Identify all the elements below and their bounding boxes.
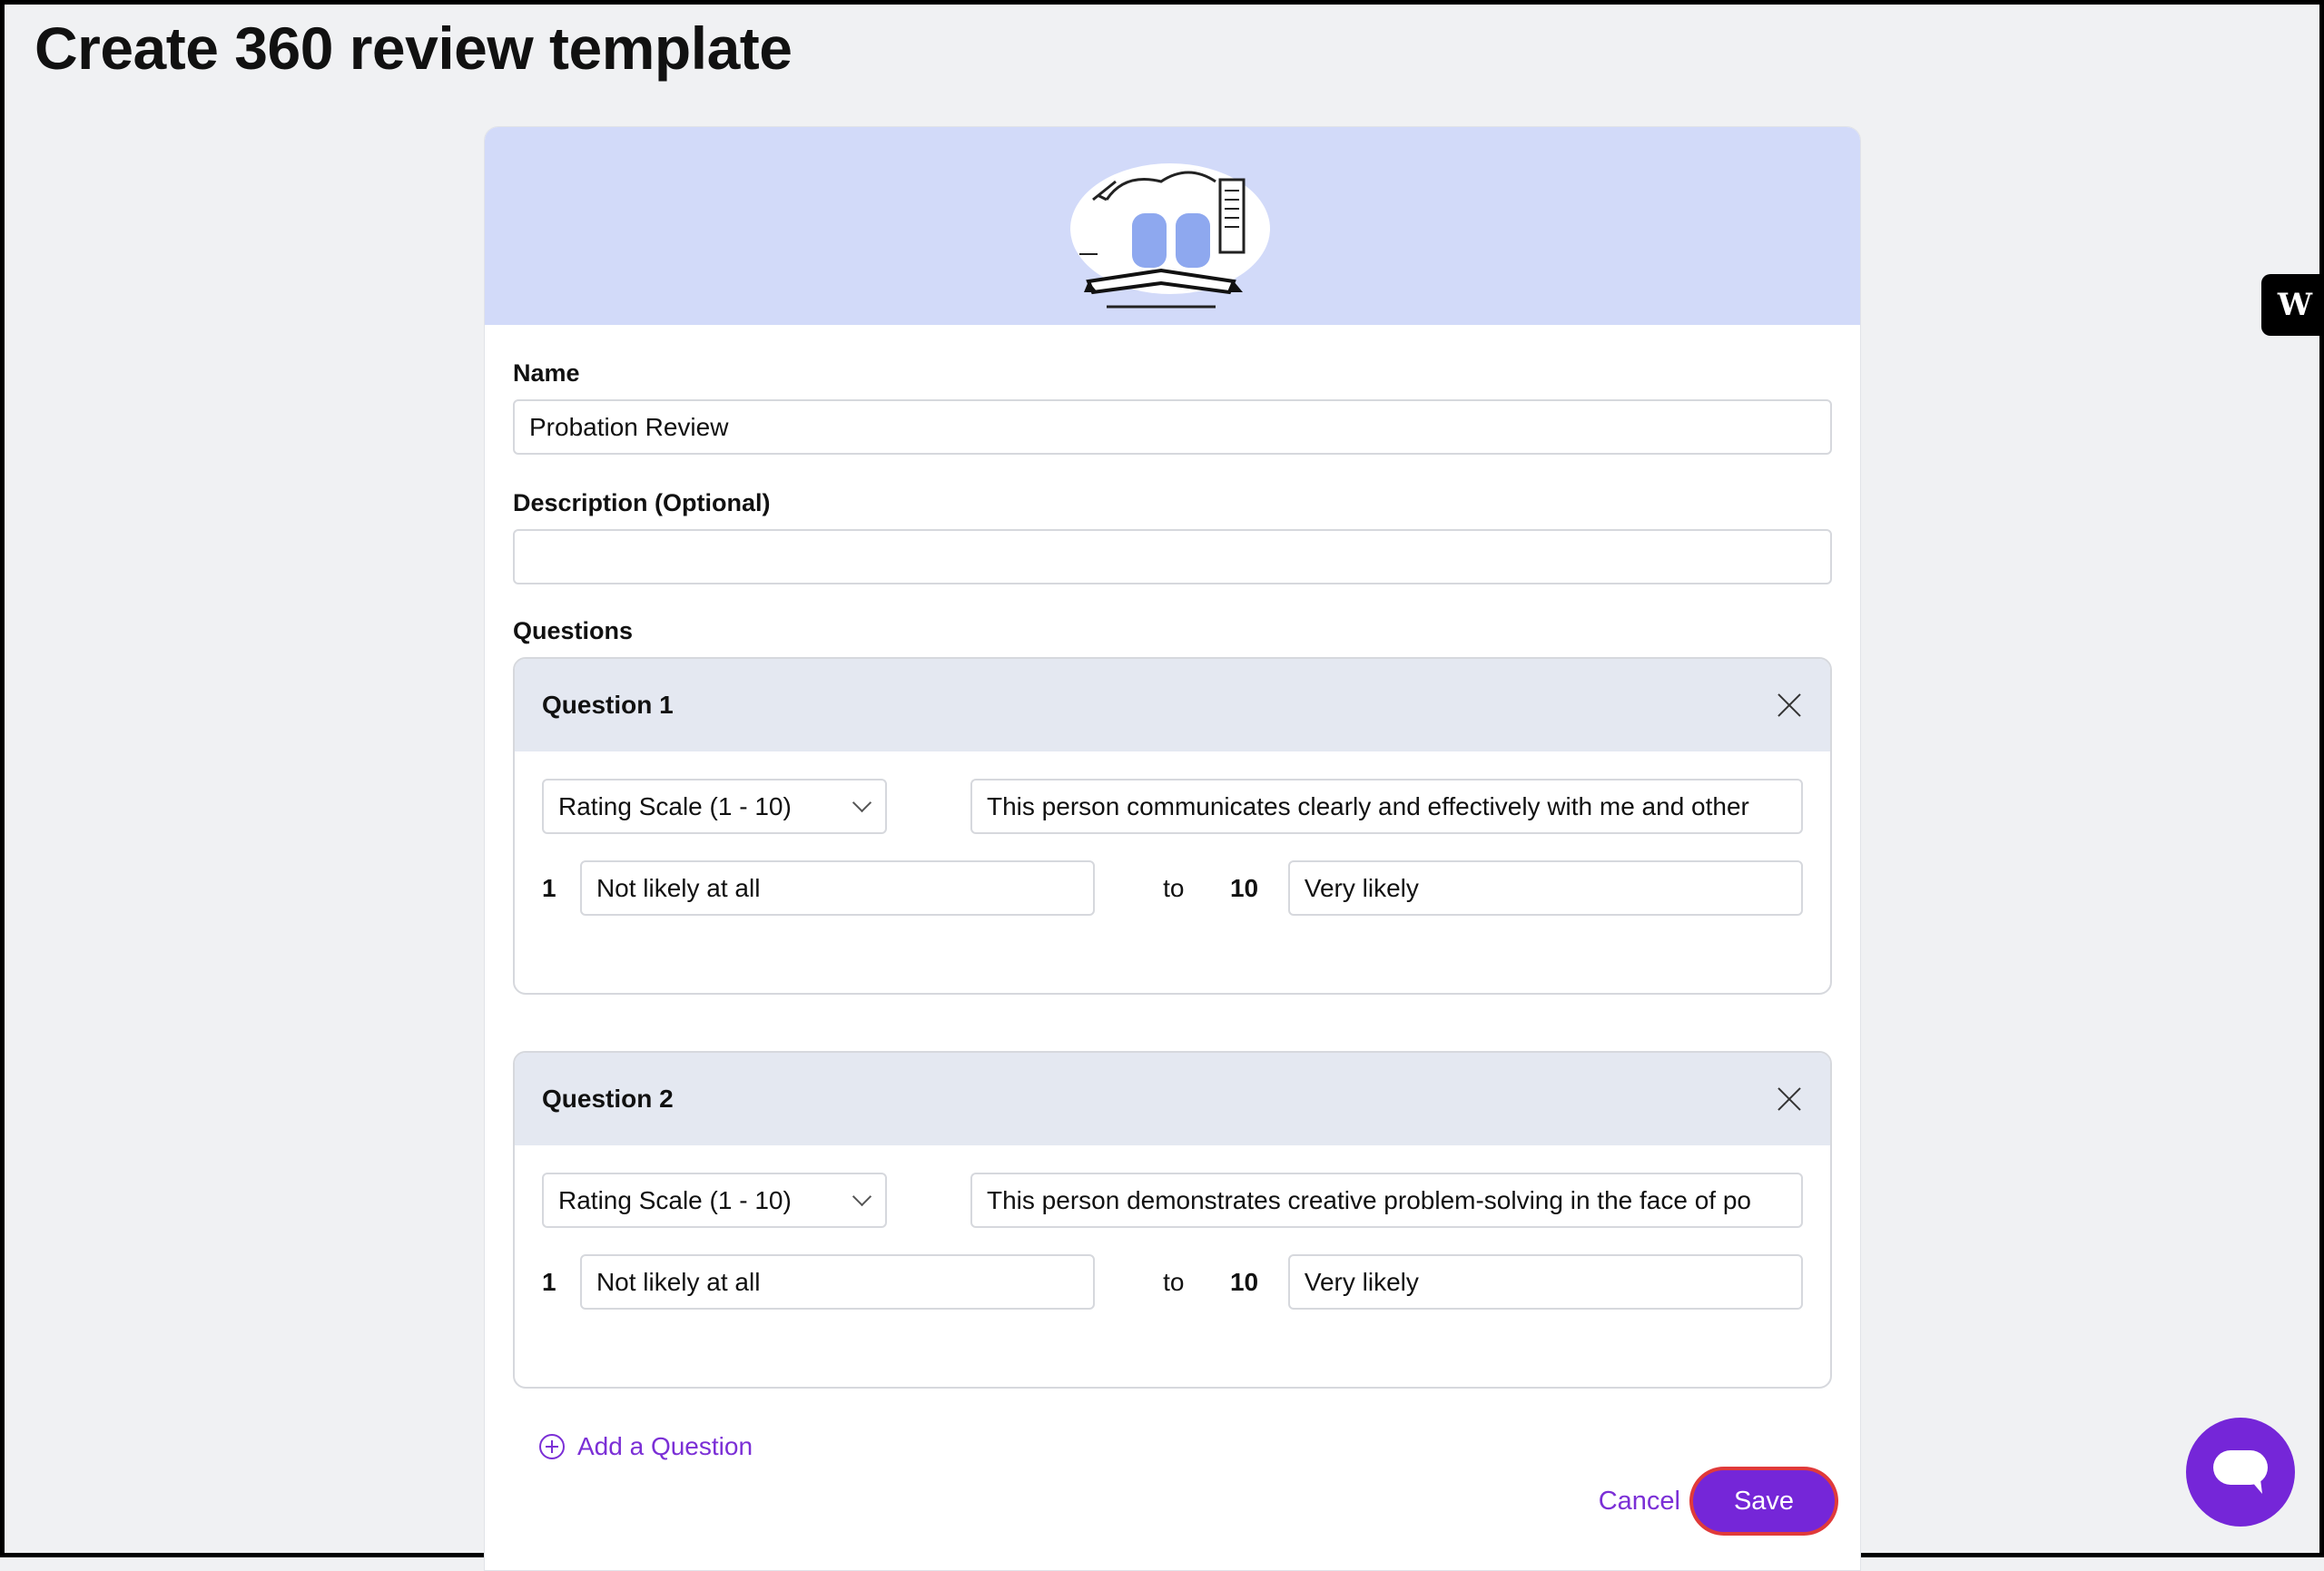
form-actions: Cancel Save — [1599, 1470, 1835, 1532]
description-label: Description (Optional) — [513, 489, 771, 516]
close-icon[interactable] — [1774, 690, 1805, 721]
close-icon[interactable] — [1774, 1084, 1805, 1114]
cancel-button[interactable]: Cancel — [1599, 1487, 1680, 1517]
scale-low-number: 1 — [542, 873, 556, 902]
question-card-2: Question 2 Rating Scale (1 - 10) This pe… — [513, 1051, 1832, 1389]
question-header: Question 2 — [515, 1053, 1830, 1145]
question-type-select[interactable]: Rating Scale (1 - 10) — [542, 779, 887, 834]
question-text-input[interactable]: This person communicates clearly and eff… — [970, 779, 1803, 834]
name-label: Name — [513, 359, 580, 387]
save-button[interactable]: Save — [1693, 1470, 1835, 1532]
w-logo-badge[interactable]: W — [2261, 274, 2324, 336]
scale-high-number: 10 — [1229, 873, 1259, 902]
scale-low-number: 1 — [542, 1267, 556, 1296]
chevron-down-icon — [852, 1186, 872, 1207]
add-question-button[interactable]: Add a Question — [539, 1432, 1832, 1461]
question-type-value: Rating Scale (1 - 10) — [558, 1185, 792, 1214]
question-title: Question 1 — [542, 691, 674, 719]
question-card-1: Question 1 Rating Scale (1 - 10) This pe… — [513, 657, 1832, 995]
question-type-value: Rating Scale (1 - 10) — [558, 791, 792, 820]
banner-illustration — [485, 127, 1860, 325]
chat-icon — [2213, 1450, 2268, 1494]
add-question-label: Add a Question — [577, 1432, 753, 1460]
scale-to-text: to — [1163, 1267, 1185, 1296]
scale-high-label-input[interactable]: Very likely — [1287, 1254, 1803, 1310]
review-illustration — [1070, 163, 1270, 309]
question-title: Question 2 — [542, 1085, 674, 1113]
scale-high-number: 10 — [1229, 1267, 1259, 1296]
template-form-card: Name Probation Review Description (Optio… — [484, 126, 1861, 1571]
chat-button[interactable] — [2186, 1418, 2295, 1527]
questions-label: Questions — [513, 617, 634, 644]
name-input[interactable]: Probation Review — [513, 399, 1832, 455]
scale-low-label-input[interactable]: Not likely at all — [579, 1254, 1096, 1310]
question-header: Question 1 — [515, 659, 1830, 751]
question-type-select[interactable]: Rating Scale (1 - 10) — [542, 1173, 887, 1228]
chevron-down-icon — [852, 792, 872, 813]
scale-low-label-input[interactable]: Not likely at all — [579, 860, 1096, 916]
scale-high-label-input[interactable]: Very likely — [1287, 860, 1803, 916]
scale-to-text: to — [1163, 873, 1185, 902]
description-input[interactable] — [513, 529, 1832, 584]
question-text-input[interactable]: This person demonstrates creative proble… — [970, 1173, 1803, 1228]
plus-circle-icon — [539, 1434, 565, 1459]
page-title: Create 360 review template — [34, 15, 793, 82]
